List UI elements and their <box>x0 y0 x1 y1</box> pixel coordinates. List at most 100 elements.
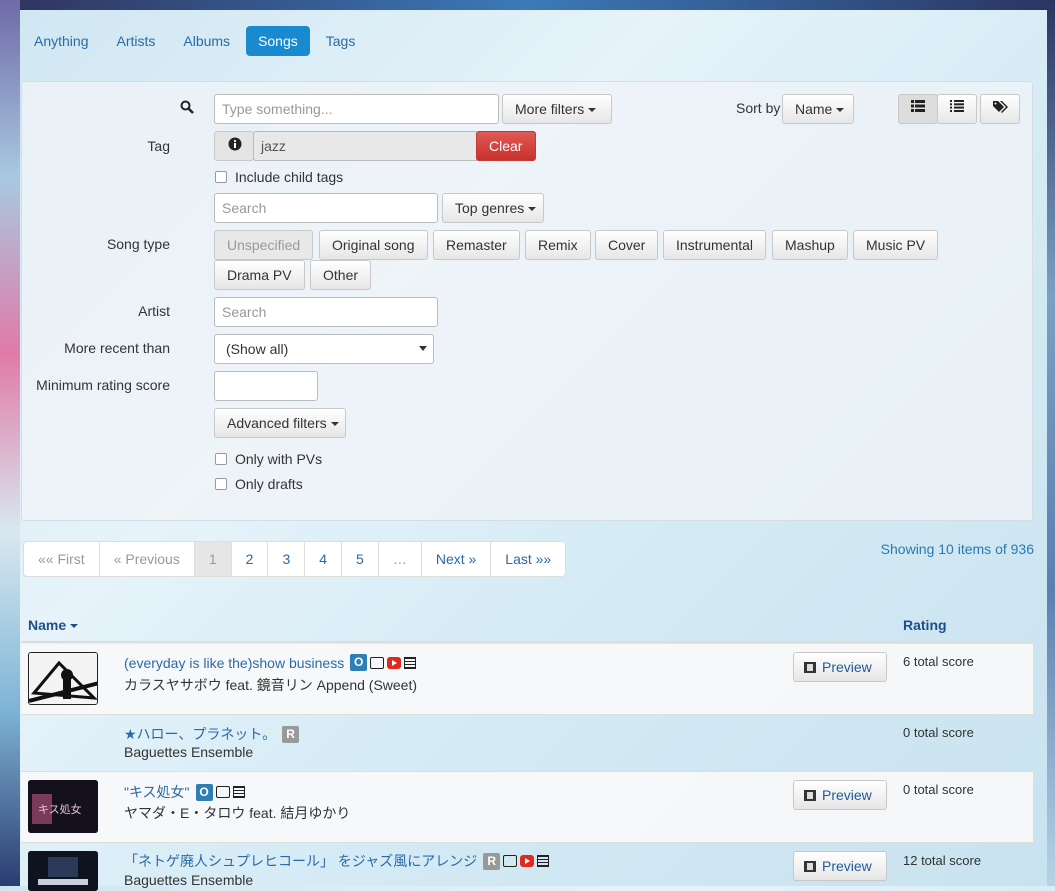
song-title-row: ★ハロー、プラネット。 R <box>124 724 300 744</box>
rating-column-header[interactable]: Rating <box>903 617 947 633</box>
song-title-row: 「ネトゲ廃人シュプレヒコール」 をジャズ風にアレンジ R <box>124 851 550 871</box>
song-type-instrumental[interactable]: Instrumental <box>663 230 767 260</box>
result-count: Showing 10 items of 936 <box>880 541 1034 557</box>
song-title-link[interactable]: "キス処女" <box>124 782 190 802</box>
song-type-original[interactable]: Original song <box>319 230 428 260</box>
tab-anything[interactable]: Anything <box>22 26 100 56</box>
tag-info-button[interactable] <box>214 131 254 161</box>
artist-search-input[interactable]: Search <box>214 297 438 327</box>
only-pvs-label: Only with PVs <box>235 451 323 467</box>
song-title-link[interactable]: ★ハロー、プラネット。 <box>124 724 276 744</box>
name-column-label: Name <box>28 617 67 633</box>
song-type-drama-pv[interactable]: Drama PV <box>214 260 305 290</box>
original-badge: O <box>195 783 213 801</box>
page-previous[interactable]: « Previous <box>100 542 195 576</box>
view-list-button[interactable] <box>937 94 977 124</box>
clear-tag-button[interactable]: Clear <box>476 131 536 161</box>
song-title-link[interactable]: (everyday is like the)show business <box>124 655 344 671</box>
tag-value: jazz <box>253 131 479 161</box>
name-column-header[interactable]: Name <box>28 617 79 633</box>
list-icon <box>950 100 964 112</box>
tag-label: Tag <box>147 138 170 154</box>
preview-button[interactable]: Preview <box>793 652 887 682</box>
more-filters-button[interactable]: More filters <box>502 94 612 124</box>
song-thumbnail[interactable] <box>28 851 98 891</box>
nico-icon[interactable] <box>503 855 518 867</box>
select-arrow-icon <box>419 346 427 351</box>
tab-artists[interactable]: Artists <box>104 26 167 56</box>
calendar-icon <box>537 855 550 867</box>
song-artist: ヤマダ・E・タロウ feat. 結月ゆかり <box>124 805 351 821</box>
page-5[interactable]: 5 <box>342 542 379 576</box>
search-input[interactable]: Type something... <box>214 94 499 124</box>
page-4[interactable]: 4 <box>305 542 343 576</box>
song-title-link[interactable]: 「ネトゲ廃人シュプレヒコール」 をジャズ風にアレンジ <box>124 851 477 871</box>
info-icon <box>228 137 242 151</box>
view-details-button[interactable] <box>898 94 938 124</box>
remaster-badge: R <box>282 725 300 743</box>
song-thumbnail[interactable] <box>28 652 98 705</box>
table-row: 「ネトゲ廃人シュプレヒコール」 をジャズ風にアレンジ R Baguettes E… <box>21 843 1033 891</box>
advanced-filters-button[interactable]: Advanced filters <box>214 408 346 438</box>
caret-down-icon <box>588 108 597 113</box>
film-icon <box>804 661 816 673</box>
youtube-icon[interactable] <box>387 656 402 669</box>
calendar-icon <box>232 786 245 798</box>
song-type-mashup[interactable]: Mashup <box>772 230 848 260</box>
more-recent-select[interactable]: (Show all) <box>214 334 434 364</box>
checkbox-box[interactable] <box>215 171 227 183</box>
tab-tags[interactable]: Tags <box>314 26 368 56</box>
more-recent-value: (Show all) <box>226 341 289 357</box>
background-right <box>1047 0 1055 886</box>
rating-value: 0 total score <box>903 782 974 797</box>
preview-label: Preview <box>822 787 872 803</box>
preview-button[interactable]: Preview <box>793 851 887 881</box>
top-genres-button[interactable]: Top genres <box>442 193 544 223</box>
page-next[interactable]: Next » <box>422 542 492 576</box>
checkbox-box[interactable] <box>215 453 227 465</box>
view-tags-button[interactable] <box>980 94 1020 124</box>
youtube-icon[interactable] <box>520 855 535 867</box>
checkbox-box[interactable] <box>215 478 227 490</box>
only-drafts-label: Only drafts <box>235 476 303 492</box>
song-type-remix[interactable]: Remix <box>525 230 591 260</box>
song-thumbnail[interactable]: キス処女 <box>28 780 98 833</box>
min-rating-input[interactable] <box>214 371 318 401</box>
nico-icon[interactable] <box>370 656 385 669</box>
background-top <box>0 0 1055 10</box>
song-type-cover[interactable]: Cover <box>595 230 659 260</box>
nico-icon[interactable] <box>215 786 230 798</box>
tags-icon <box>993 101 1008 113</box>
filter-panel: Type something... More filters Sort by N… <box>21 81 1033 521</box>
song-type-music-pv[interactable]: Music PV <box>853 230 939 260</box>
sort-desc-icon <box>70 624 79 629</box>
only-pvs-checkbox[interactable]: Only with PVs <box>215 451 322 467</box>
song-type-other[interactable]: Other <box>310 260 372 290</box>
caret-down-icon <box>528 207 537 212</box>
page-1[interactable]: 1 <box>194 542 232 576</box>
table-row: ★ハロー、プラネット。 R Baguettes Ensemble 0 total… <box>21 715 1033 772</box>
include-child-tags-label: Include child tags <box>235 169 344 185</box>
tab-albums[interactable]: Albums <box>171 26 242 56</box>
tab-songs[interactable]: Songs <box>246 26 310 56</box>
song-type-unspecified[interactable]: Unspecified <box>214 230 314 260</box>
film-icon <box>804 789 816 801</box>
include-child-tags-checkbox[interactable]: Include child tags <box>215 169 343 185</box>
list-details-icon <box>911 100 925 112</box>
page-last[interactable]: Last »» <box>491 542 565 576</box>
remaster-badge: R <box>483 852 501 870</box>
calendar-icon <box>404 656 417 669</box>
song-type-remaster[interactable]: Remaster <box>433 230 520 260</box>
sort-dropdown[interactable]: Name <box>782 94 854 124</box>
caret-down-icon <box>330 422 339 427</box>
search-icon <box>180 100 194 114</box>
original-badge: O <box>350 654 368 671</box>
preview-button[interactable]: Preview <box>793 780 887 810</box>
caret-down-icon <box>836 108 845 113</box>
page-2[interactable]: 2 <box>232 542 269 576</box>
page-3[interactable]: 3 <box>268 542 306 576</box>
genre-search-input[interactable]: Search <box>214 193 438 223</box>
only-drafts-checkbox[interactable]: Only drafts <box>215 476 303 492</box>
page-first[interactable]: «« First <box>24 542 100 576</box>
rating-value: 6 total score <box>903 654 974 669</box>
